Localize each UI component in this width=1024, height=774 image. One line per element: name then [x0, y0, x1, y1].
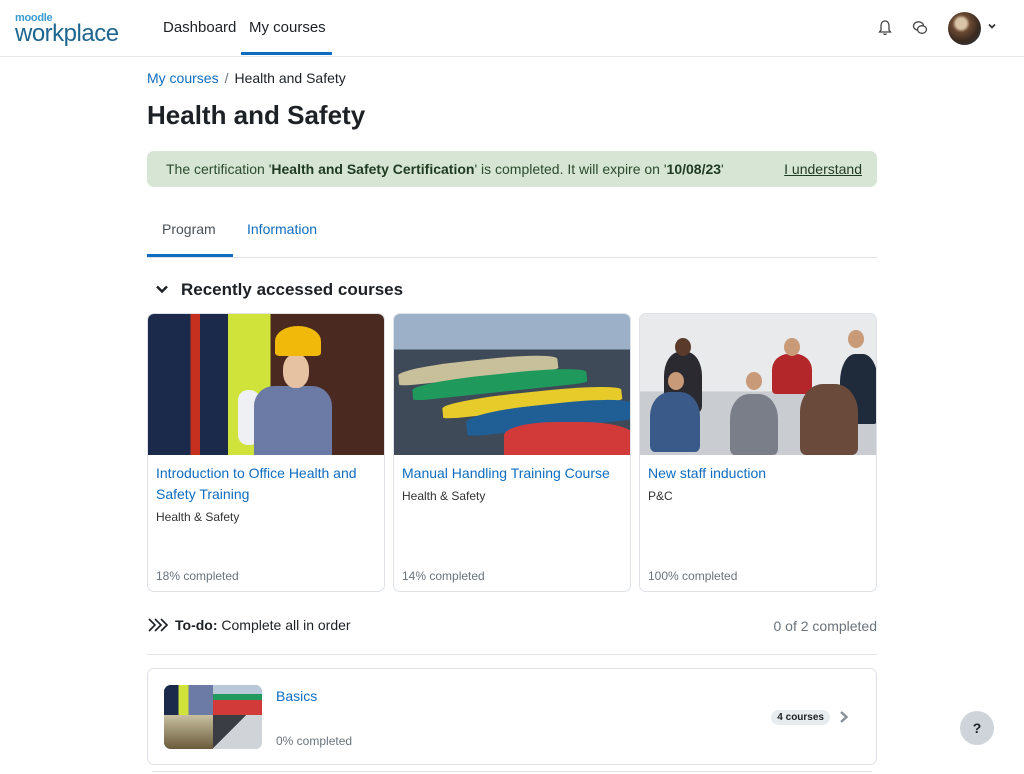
certification-alert: The certification 'Health and Safety Cer…: [147, 151, 877, 187]
alert-suffix: ': [721, 161, 724, 177]
chat-icon[interactable]: [910, 18, 930, 38]
course-category: Health & Safety: [402, 489, 486, 503]
user-avatar[interactable]: [948, 12, 981, 45]
chevron-right-icon[interactable]: [838, 710, 850, 724]
course-progress: 18% completed: [156, 569, 239, 583]
page-title: Health and Safety: [147, 100, 366, 130]
nav-dashboard[interactable]: Dashboard: [163, 19, 236, 36]
breadcrumb-separator: /: [224, 70, 229, 86]
nav-active-indicator: [241, 52, 332, 55]
breadcrumb-current: Health and Safety: [234, 70, 346, 86]
tab-program[interactable]: Program: [162, 221, 216, 237]
moodle-workplace-logo[interactable]: moodle workplace: [15, 12, 125, 47]
chevron-down-icon[interactable]: [986, 20, 998, 32]
nav-my-courses[interactable]: My courses: [249, 19, 326, 36]
program-tabs: Program Information: [147, 212, 877, 258]
course-card: New staff induction P&C 100% completed: [639, 313, 877, 592]
program-item-title[interactable]: Basics: [276, 688, 317, 704]
course-image-weight-plates[interactable]: [394, 314, 630, 455]
dismiss-alert-link[interactable]: I understand: [784, 161, 862, 177]
recent-courses-toggle[interactable]: Recently accessed courses: [155, 280, 403, 300]
course-image-worker-in-ppe[interactable]: [148, 314, 384, 455]
course-progress: 100% completed: [648, 569, 738, 583]
breadcrumb: My courses / Health and Safety: [147, 70, 346, 86]
alert-middle: ' is completed. It will expire on ': [474, 161, 667, 177]
bell-icon[interactable]: [875, 18, 895, 38]
divider: [147, 654, 877, 655]
course-count-badge: 4 courses: [771, 710, 830, 725]
alert-certification-name: Health and Safety Certification: [271, 161, 475, 177]
program-item-basics[interactable]: Basics 0% completed 4 courses: [147, 668, 877, 765]
alert-expiry-date: 10/08/23: [666, 161, 722, 177]
course-title-link[interactable]: New staff induction: [648, 463, 870, 484]
todo-text: Complete all in order: [221, 617, 351, 633]
course-title-link[interactable]: Introduction to Office Health and Safety…: [156, 463, 378, 505]
course-title-link[interactable]: Manual Handling Training Course: [402, 463, 624, 484]
course-category: Health & Safety: [156, 510, 240, 524]
alert-prefix: The certification ': [166, 161, 272, 177]
program-image-collage: [164, 685, 262, 749]
triple-chevron-icon: [148, 618, 169, 632]
course-card: Introduction to Office Health and Safety…: [147, 313, 385, 592]
todo-completion-count: 0 of 2 completed: [773, 618, 877, 634]
chevron-down-icon: [156, 285, 168, 294]
tab-active-indicator: [147, 254, 233, 257]
tab-information[interactable]: Information: [247, 221, 317, 237]
course-category: P&C: [648, 489, 673, 503]
program-item-progress: 0% completed: [276, 734, 353, 748]
help-button[interactable]: ?: [960, 711, 994, 745]
logo-big-text: workplace: [15, 20, 119, 47]
course-image-team-meeting[interactable]: [640, 314, 876, 455]
breadcrumb-my-courses[interactable]: My courses: [147, 70, 219, 86]
course-card: Manual Handling Training Course Health &…: [393, 313, 631, 592]
todo-label: To-do:: [175, 617, 218, 633]
todo-header: To-do: Complete all in order: [147, 617, 351, 633]
course-progress: 14% completed: [402, 569, 485, 583]
top-navbar: moodle workplace Dashboard My courses: [0, 0, 1024, 57]
recent-courses-heading: Recently accessed courses: [181, 280, 404, 299]
